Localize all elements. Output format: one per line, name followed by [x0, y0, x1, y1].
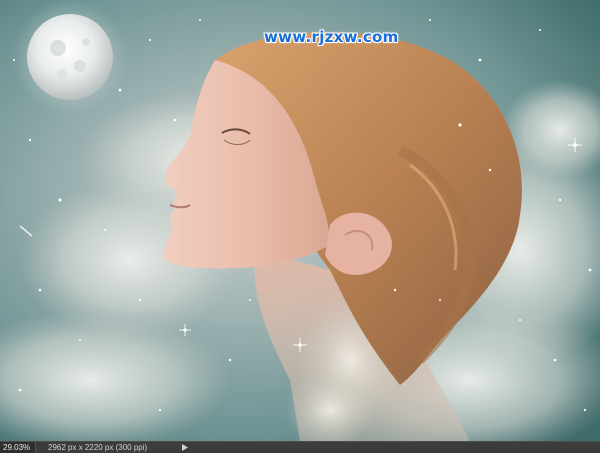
status-bar: 29.03% 2962 px x 2220 px (300 ppi)	[0, 441, 600, 453]
zoom-level-field[interactable]: 29.03%	[0, 442, 36, 453]
watermark-text: www.rjzxw.com	[264, 28, 399, 46]
status-menu-arrow-icon[interactable]	[180, 442, 190, 453]
artwork-image	[0, 0, 600, 441]
document-canvas[interactable]: www.rjzxw.com	[0, 0, 600, 441]
document-info: 2962 px x 2220 px (300 ppi)	[48, 443, 148, 452]
moon-graphic	[27, 14, 113, 100]
